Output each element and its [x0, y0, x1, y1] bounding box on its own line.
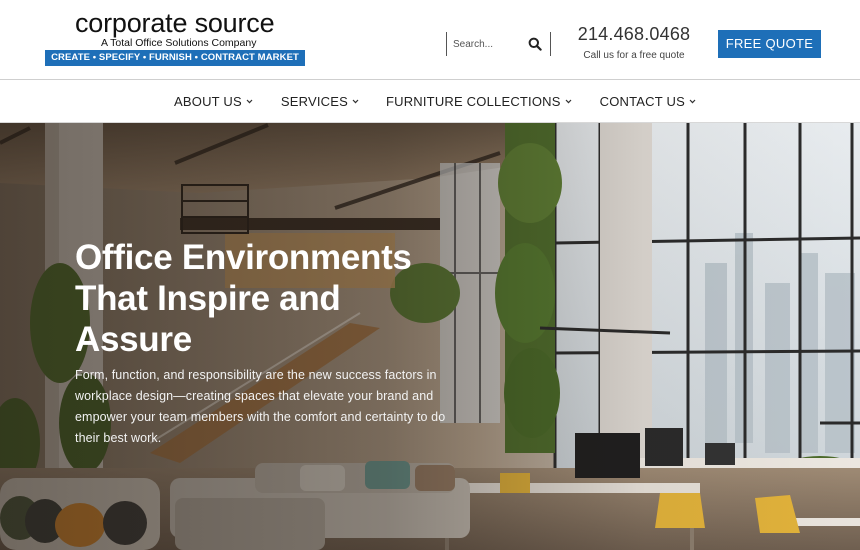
main-nav: ABOUT US SERVICES FURNITURE COLLECTIONS …	[0, 79, 860, 123]
phone-contact: 214.468.0468 Call us for a free quote	[570, 24, 698, 61]
nav-item-contact-us[interactable]: CONTACT US	[600, 94, 696, 109]
chevron-down-icon	[352, 99, 359, 104]
logo-strip: CREATE • SPECIFY • FURNISH • CONTRACT MA…	[45, 50, 305, 66]
chevron-down-icon	[565, 99, 572, 104]
search-icon[interactable]	[528, 37, 542, 51]
logo-tagline: A Total Office Solutions Company	[101, 37, 257, 49]
search-input[interactable]	[453, 35, 525, 53]
phone-number[interactable]: 214.468.0468	[570, 24, 698, 45]
site-header: corporate source A Total Office Solution…	[0, 0, 860, 79]
search-box	[446, 32, 551, 56]
chevron-down-icon	[689, 99, 696, 104]
nav-item-services[interactable]: SERVICES	[281, 94, 359, 109]
nav-item-label: CONTACT US	[599, 94, 685, 109]
hero-banner: Office Environments That Inspire and Ass…	[0, 123, 860, 550]
nav-item-label: SERVICES	[280, 94, 348, 109]
logo-wordmark: corporate source	[75, 8, 275, 38]
phone-subtitle: Call us for a free quote	[583, 50, 685, 61]
hero-description: Form, function, and responsibility are t…	[75, 368, 446, 445]
free-quote-button[interactable]: FREE QUOTE	[718, 30, 821, 58]
nav-item-label: FURNITURE COLLECTIONS	[385, 94, 561, 109]
nav-item-label: ABOUT US	[174, 94, 242, 109]
nav-item-about-us[interactable]: ABOUT US	[174, 94, 253, 109]
chevron-down-icon	[246, 99, 253, 104]
hero-title: Office Environments That Inspire and Ass…	[75, 238, 412, 359]
company-logo[interactable]: corporate source A Total Office Solution…	[45, 10, 305, 67]
nav-item-furniture-collections[interactable]: FURNITURE COLLECTIONS	[386, 94, 572, 109]
